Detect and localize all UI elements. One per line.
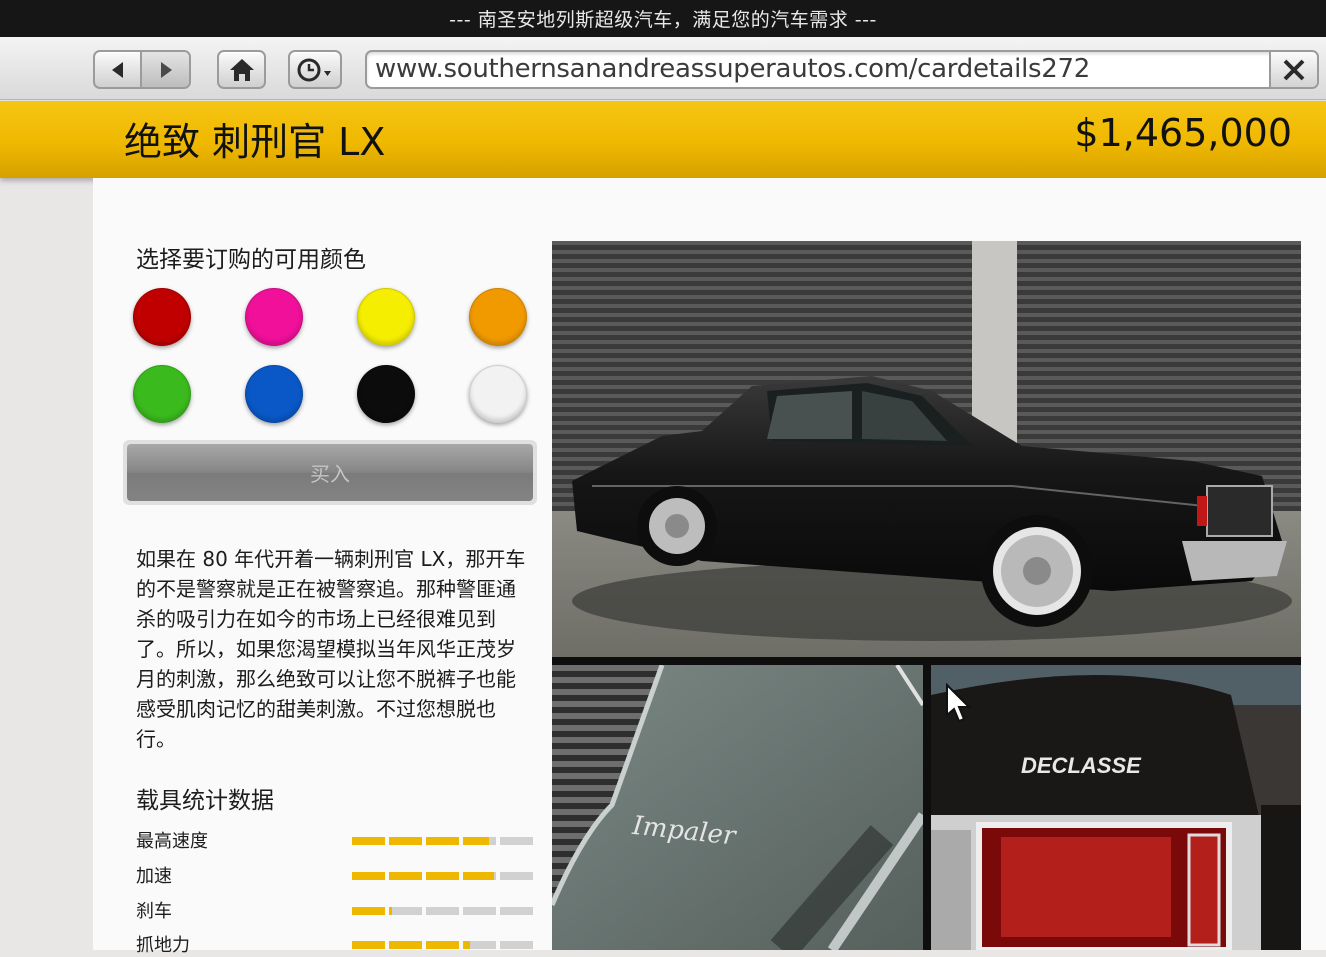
stat-segment — [500, 941, 533, 949]
stats-heading: 载具统计数据 — [136, 788, 274, 814]
back-arrow-icon — [111, 61, 123, 78]
stat-segment — [463, 907, 496, 915]
home-button[interactable] — [217, 50, 266, 89]
stat-segment-fill — [426, 872, 459, 880]
color-swatch-pink[interactable] — [245, 288, 303, 346]
stat-label: 加速 — [136, 866, 172, 887]
color-swatch-blue[interactable] — [245, 365, 303, 423]
stat-segment-fill — [426, 837, 459, 845]
stat-label: 抓地力 — [136, 935, 190, 956]
stat-segment — [352, 907, 385, 915]
close-icon — [1283, 59, 1305, 80]
car-description: 如果在 80 年代开着一辆刺刑官 LX，那开车的不是警察就是正在被警察追。那种警… — [136, 547, 526, 751]
stat-bar-top-speed — [352, 837, 534, 845]
back-button[interactable] — [95, 52, 143, 87]
stat-segment-fill — [389, 872, 422, 880]
stat-segment — [352, 872, 385, 880]
stat-segment-fill — [463, 837, 490, 845]
stat-segment — [500, 907, 533, 915]
stat-segment — [389, 941, 422, 949]
stat-segment — [426, 872, 459, 880]
clock-history-icon — [297, 58, 331, 81]
stat-segment — [463, 837, 496, 845]
stat-segment-fill — [463, 872, 495, 880]
stat-segment — [500, 872, 533, 880]
color-swatch-white[interactable] — [469, 365, 527, 423]
stat-segment — [500, 837, 533, 845]
stat-label: 刹车 — [136, 901, 172, 922]
stat-segment-fill — [352, 872, 385, 880]
impaler-badge-photo[interactable]: Impaler — [552, 665, 923, 950]
stat-segment-fill — [463, 941, 470, 949]
car-header: 绝致 刺刑官 LX $1,465,000 — [0, 101, 1326, 178]
mouse-cursor-icon — [946, 683, 972, 723]
car-price: $1,465,000 — [1074, 111, 1292, 155]
color-swatch-green[interactable] — [133, 365, 191, 423]
stat-segment — [426, 907, 459, 915]
stat-segment-fill — [389, 941, 422, 949]
colors-heading: 选择要订购的可用颜色 — [136, 247, 366, 273]
stat-row-acceleration: 加速 — [136, 862, 536, 887]
url-text[interactable]: www.southernsanandreassuperautos.com/car… — [375, 52, 1090, 87]
color-swatch-red[interactable] — [133, 288, 191, 346]
window-title: --- 南圣安地列斯超级汽车，满足您的汽车需求 --- — [0, 0, 1326, 37]
declasse-brand-text: DECLASSE — [1021, 753, 1142, 778]
stat-segment — [389, 837, 422, 845]
forward-button[interactable] — [142, 52, 189, 87]
color-swatch-orange[interactable] — [469, 288, 527, 346]
forward-arrow-icon — [160, 61, 172, 78]
stat-segment-fill — [352, 837, 385, 845]
declasse-taillight-photo[interactable]: DECLASSE — [931, 665, 1301, 950]
stat-segment-fill — [352, 941, 385, 949]
home-icon — [229, 58, 254, 81]
photo-divider — [923, 665, 931, 950]
car-name: 绝致 刺刑官 LX — [124, 120, 386, 164]
sedan-in-garage-photo[interactable] — [552, 241, 1301, 657]
clear-url-button[interactable] — [1269, 52, 1317, 87]
stat-segment — [389, 907, 422, 915]
stat-segment-fill — [352, 907, 385, 915]
browser-toolbar: www.southernsanandreassuperautos.com/car… — [0, 37, 1326, 100]
color-swatch-yellow[interactable] — [357, 288, 415, 346]
buy-button[interactable]: 买入 — [127, 444, 533, 501]
stat-segment-fill — [389, 837, 422, 845]
stat-row-traction: 抓地力 — [136, 931, 536, 956]
stat-segment — [463, 941, 496, 949]
address-bar[interactable]: www.southernsanandreassuperautos.com/car… — [365, 50, 1319, 89]
car-details-panel: 选择要订购的可用颜色 买入 如果在 80 年代开着一辆刺刑官 LX，那开车的不是… — [93, 178, 1326, 956]
nav-button-group — [93, 50, 191, 89]
stat-bar-acceleration — [352, 872, 534, 880]
stat-segment-fill — [389, 907, 393, 915]
history-button[interactable] — [288, 50, 342, 89]
stat-label: 最高速度 — [136, 831, 208, 852]
stat-row-top-speed: 最高速度 — [136, 827, 536, 852]
color-swatch-black[interactable] — [357, 365, 415, 423]
stat-segment — [463, 872, 496, 880]
stat-bar-braking — [352, 907, 534, 915]
stat-segment — [389, 872, 422, 880]
stat-segment — [426, 941, 459, 949]
stat-segment — [352, 941, 385, 949]
stat-segment — [426, 837, 459, 845]
stat-segment-fill — [426, 941, 459, 949]
stat-row-braking: 刹车 — [136, 897, 536, 922]
photo-divider — [552, 657, 1301, 665]
buy-button-frame: 买入 — [123, 440, 537, 505]
stat-segment — [352, 837, 385, 845]
stat-bar-traction — [352, 941, 534, 949]
